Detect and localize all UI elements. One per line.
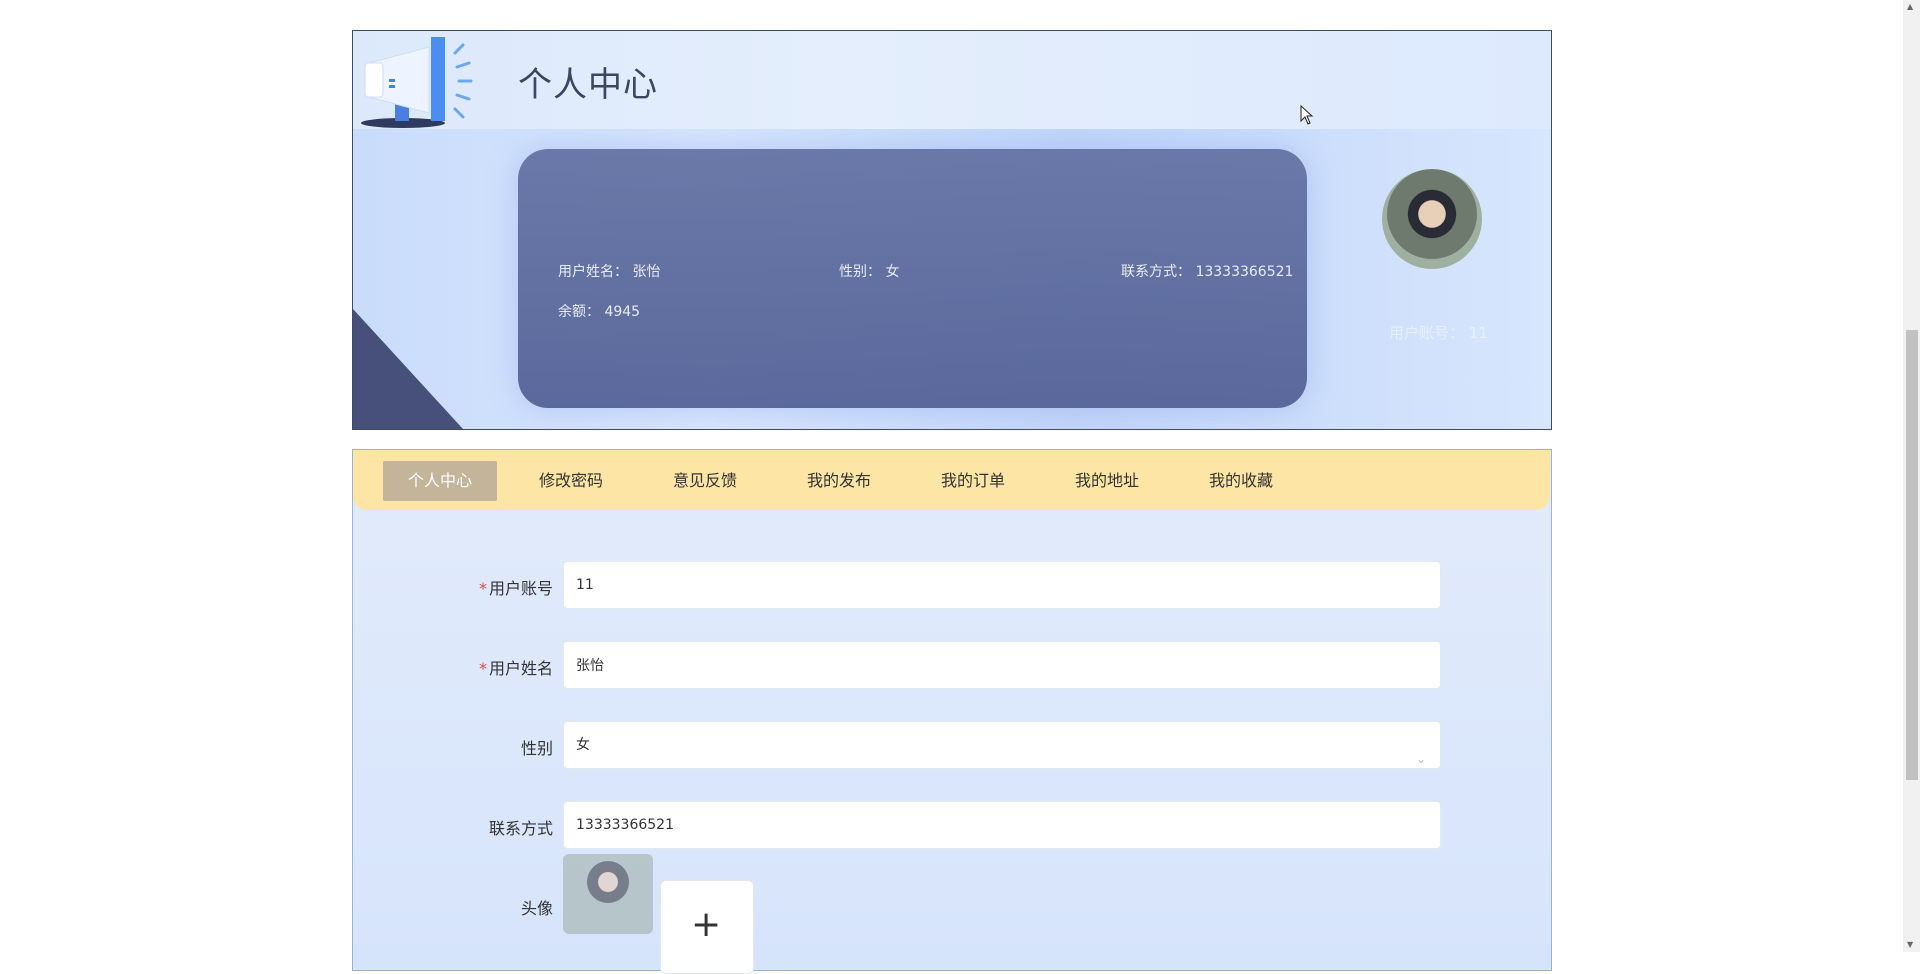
name-info-value: 张怡 [632, 264, 661, 280]
account-info-value: 11 [1468, 324, 1488, 342]
name-input[interactable] [563, 641, 1441, 689]
balance-info-value: 4945 [604, 304, 641, 320]
gender-info: 性别： 女 [839, 261, 899, 281]
account-field-label: * 用户账号 [353, 575, 553, 599]
gender-select[interactable]: 女 ⌄ [563, 721, 1441, 769]
contact-info-label: 联系方式： [1121, 264, 1191, 280]
contact-input[interactable] [563, 801, 1441, 849]
required-mark: * [478, 579, 487, 598]
avatar-field-label: 头像 [520, 899, 553, 918]
contact-info-value: 13333366521 [1195, 264, 1294, 280]
gender-field-label: 性别 [520, 739, 553, 758]
tab-my-posts[interactable]: 我的发布 [789, 461, 889, 501]
scroll-down-icon[interactable]: ▼ [1907, 940, 1913, 949]
plus-icon: + [691, 904, 722, 945]
balance-info: 余额： 4945 [558, 301, 640, 321]
account-label-text: 用户账号 [488, 579, 553, 598]
gender-info-value: 女 [885, 264, 900, 280]
gender-info-label: 性别： [839, 264, 881, 280]
tab-my-addresses[interactable]: 我的地址 [1057, 461, 1157, 501]
account-info: 用户账号： 11 [1389, 322, 1488, 343]
avatar [1382, 169, 1482, 269]
balance-info-label: 余额： [558, 304, 600, 320]
scroll-up-icon[interactable]: ▲ [1907, 2, 1913, 11]
account-input[interactable] [563, 561, 1441, 609]
chevron-down-icon: ⌄ [1415, 752, 1426, 766]
account-info-label: 用户账号： [1389, 324, 1465, 342]
nav-tabs: 个人中心 修改密码 意见反馈 我的发布 我的订单 我的地址 我的收藏 [353, 450, 1550, 510]
contact-field-label: 联系方式 [488, 819, 553, 838]
avatar-preview[interactable] [563, 854, 653, 934]
required-mark: * [478, 659, 487, 678]
cursor-icon [1300, 105, 1314, 125]
megaphone-icon [361, 37, 473, 128]
page-title: 个人中心 [518, 65, 658, 105]
contact-info: 联系方式： 13333366521 [1121, 261, 1293, 281]
name-info-label: 用户姓名： [558, 264, 628, 280]
tab-personal-center[interactable]: 个人中心 [383, 461, 497, 501]
tab-feedback[interactable]: 意见反馈 [655, 461, 755, 501]
page-header: 个人中心 [352, 30, 1552, 131]
content-panel [352, 449, 1552, 971]
profile-banner: 用户姓名： 张怡 性别： 女 联系方式： 13333366521 余额： 494… [352, 129, 1552, 430]
name-field-label: * 用户姓名 [353, 655, 553, 679]
name-label-text: 用户姓名 [488, 659, 553, 678]
profile-info-card: 用户姓名： 张怡 性别： 女 联系方式： 13333366521 余额： 494… [518, 149, 1307, 408]
name-info: 用户姓名： 张怡 [558, 261, 660, 281]
gender-select-value: 女 [576, 737, 590, 753]
tab-my-orders[interactable]: 我的订单 [923, 461, 1023, 501]
corner-decoration [353, 309, 463, 429]
avatar-upload-button[interactable]: + [660, 880, 754, 974]
tab-change-password[interactable]: 修改密码 [521, 461, 621, 501]
scrollbar-thumb[interactable] [1906, 330, 1918, 780]
tab-my-favorites[interactable]: 我的收藏 [1191, 461, 1291, 501]
